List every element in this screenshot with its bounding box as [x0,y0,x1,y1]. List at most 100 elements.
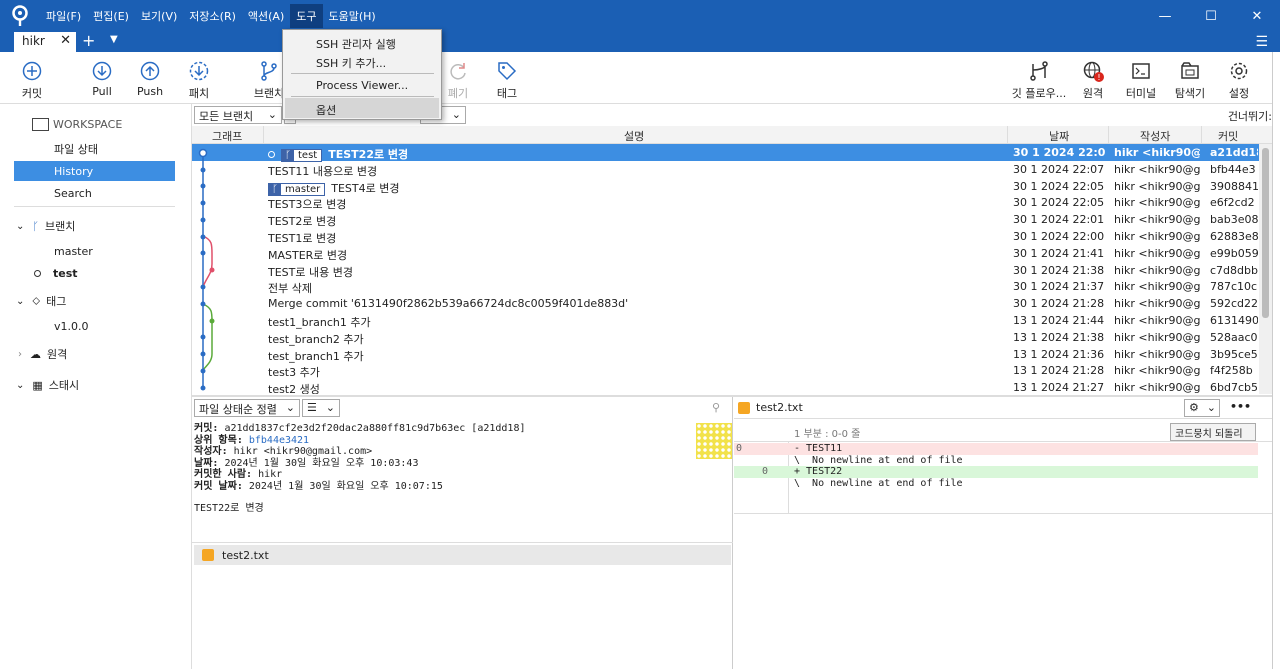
table-row[interactable]: TEST2로 변경 30 1 2024 22:01 hikr <hikr90@gma… [192,211,1259,228]
diff-line: 0 + TEST22 [734,466,1258,478]
push-icon [140,61,160,81]
changed-file-row[interactable]: test2.txt [194,545,731,565]
table-row[interactable]: MASTER로 변경 30 1 2024 21:41 hikr <hikr90@gm… [192,245,1259,262]
menu-item-options[interactable]: 옵션 [316,102,336,118]
minimize-icon[interactable]: — [1142,0,1188,32]
branch-icon: ᚴ [269,183,281,195]
chevron-down-icon: ⌄ [451,108,461,121]
remote-globe-icon: ! [1083,61,1104,82]
commit-author: hikr <hikr90@gma [1114,213,1200,227]
commit-meta: 커밋: a21dd1837cf2e3d2f20dac2a880ff81c9d7b… [194,423,526,514]
sidebar-item-file-status[interactable]: 파일 상태 [0,139,192,159]
table-row[interactable]: TEST1로 변경 30 1 2024 22:00 hikr <hikr90@gma… [192,228,1259,245]
table-row[interactable]: TEST11 내용으로 변경 30 1 2024 22:07 hikr <hikr9… [192,161,1259,178]
sort-dropdown[interactable]: 파일 상태순 정렬 ⌄ [194,399,300,417]
parent-link[interactable]: bfb44e3421 [249,435,309,446]
branch-icon [261,61,277,81]
table-row[interactable]: test_branch1 추가 13 1 2024 21:36 hikr <hikr… [192,346,1259,363]
avatar [696,423,732,459]
table-row[interactable]: ᚴ master TEST4로 변경 30 1 2024 22:05 hikr <hik… [192,178,1259,196]
table-row[interactable]: test1_branch1 추가 13 1 2024 21:44 hikr <hik… [192,312,1259,329]
pull-icon [92,61,112,81]
diff-options-dropdown[interactable]: ⚙ ⌄ [1184,399,1220,417]
commit-author: hikr <hikr90@gma [1114,246,1200,260]
table-row[interactable]: test2 생성 13 1 2024 21:27 hikr <hikr90@gma 6… [192,379,1259,394]
menu-help[interactable]: 도움말(H) [323,4,382,28]
sidebar-branches-header[interactable]: ⌄ ᚴ 브랜치 [0,216,192,236]
search-icon[interactable]: ⚲ [712,401,720,414]
menu-actions[interactable]: 액션(A) [242,4,290,28]
tools-menu: SSH 관리자 실행 SSH 키 추가... Process Viewer...… [282,29,442,120]
tag-button[interactable]: 태그 [477,60,537,101]
menu-item-process-viewer[interactable]: Process Viewer... [316,79,408,92]
commit-date: 13 1 2024 21:38 [1013,330,1105,344]
tag-icon: ⬦ [32,294,41,307]
sidebar-workspace-header: WORKSPACE [0,114,192,134]
commit-author: hikr <hikr90@gma [1114,196,1200,210]
menu-item-ssh-manager[interactable]: SSH 관리자 실행 [316,36,396,52]
explorer-icon [1181,62,1199,79]
sidebar-item-branch-test[interactable]: test [0,263,192,283]
list-icon: ☰ [307,401,317,414]
tab-dropdown-icon[interactable]: ▼ [110,34,118,45]
view-mode-dropdown[interactable]: ☰ ⌄ [302,399,340,417]
sidebar-item-tag-v100[interactable]: v1.0.0 [0,316,192,336]
patch-button[interactable]: 패치 [169,60,229,101]
col-commit[interactable]: 커밋 [1218,128,1238,144]
commit-author: hikr <hikr90@gma [1114,347,1200,361]
sidebar-item-history[interactable]: History [14,161,175,181]
menu-repository[interactable]: 저장소(R) [183,4,242,28]
menu-view[interactable]: 보기(V) [135,4,183,28]
commit-list-scrollbar[interactable] [1259,144,1272,394]
chevron-down-icon: ⌄ [16,379,25,391]
sidebar-tags-header[interactable]: ⌄ ⬦ 태그 [0,291,192,311]
table-row[interactable]: TEST3으로 변경 30 1 2024 22:05 hikr <hikr90@gm… [192,194,1259,211]
col-graph[interactable]: 그래프 [212,128,242,144]
sidebar-item-branch-master[interactable]: master [0,241,192,261]
col-description[interactable]: 설명 [624,128,644,144]
commit-author: hikr <hikr90@gma [1114,313,1200,327]
table-row[interactable]: test3 추가 13 1 2024 21:28 hikr <hikr90@gma f… [192,362,1259,379]
commit-description: TEST11 내용으로 변경 [268,164,378,178]
hamburger-menu-icon[interactable]: ☰ [1255,34,1268,50]
skip-label: 건너뛰기: [1227,110,1272,123]
col-date[interactable]: 날짜 [1049,128,1069,144]
sidebar-item-search[interactable]: Search [0,183,192,203]
table-row[interactable]: 전부 삭제 30 1 2024 21:37 hikr <hikr90@gma 787c… [192,278,1259,295]
commit-hash: 592cd22 [1210,297,1258,311]
commit-table-header: 그래프 설명 날짜 작성자 커밋 [192,126,1272,144]
branch-filter-dropdown[interactable]: 모든 브랜치 ⌄ [194,106,282,124]
table-row[interactable]: TEST로 내용 변경 30 1 2024 21:38 hikr <hikr90@g… [192,262,1259,279]
sidebar: WORKSPACE 파일 상태 History Search ⌄ ᚴ 브랜치 m… [0,104,192,669]
table-row[interactable]: ᚴ test TEST22로 변경 30 1 2024 22:07 hikr <hikr… [192,144,1259,162]
commit-hash: a21dd1837cf2e3d2f20dac2a880ff81c9d7b63ec… [224,423,526,434]
table-row[interactable]: test_branch2 추가 13 1 2024 21:38 hikr <hikr… [192,329,1259,346]
tab-repo[interactable]: hikr ✕ [14,32,76,52]
close-icon[interactable]: ✕ [1234,0,1280,32]
new-tab-icon[interactable]: + [82,31,95,50]
maximize-icon[interactable]: ☐ [1188,0,1234,32]
more-icon[interactable]: ••• [1230,400,1251,413]
git-flow-icon [1030,61,1048,81]
col-author[interactable]: 작성자 [1140,128,1170,144]
sidebar-stash-header[interactable]: ⌄ ▦ 스태시 [0,375,192,395]
menu-item-add-ssh-key[interactable]: SSH 키 추가... [316,55,386,71]
svg-text:!: ! [1097,73,1100,82]
commit-hash: 528aac0 [1210,330,1258,344]
menu-edit[interactable]: 편집(E) [87,4,135,28]
commit-author: hikr <hikr90@gma [1114,280,1200,294]
tab-label: hikr [22,34,45,48]
revert-hunk-button[interactable]: 코드뭉치 되돌리기 [1170,423,1256,455]
commit-author: hikr <hikr90@gma [1114,297,1200,311]
tab-close-icon[interactable]: ✕ [60,33,71,48]
commit-date: 30 1 2024 22:01 [1013,213,1105,227]
table-row[interactable]: Merge commit '6131490f2862b539a66724dc8c… [192,295,1259,312]
menu-file[interactable]: 파일(F) [40,4,87,28]
settings-button[interactable]: 설정 [1209,60,1269,101]
commit-button[interactable]: 커밋 [2,60,62,101]
scroll-thumb[interactable] [1262,148,1269,318]
commit-author: hikr <hikr90@gma [1114,364,1200,378]
commit-details-pane: 파일 상태순 정렬 ⌄ ☰ ⌄ ⚲ 커밋: a21dd1837cf2e3d2f20d… [192,397,733,669]
menu-tools[interactable]: 도구 [290,4,323,28]
sidebar-remote-header[interactable]: › ☁ 원격 [0,344,192,364]
